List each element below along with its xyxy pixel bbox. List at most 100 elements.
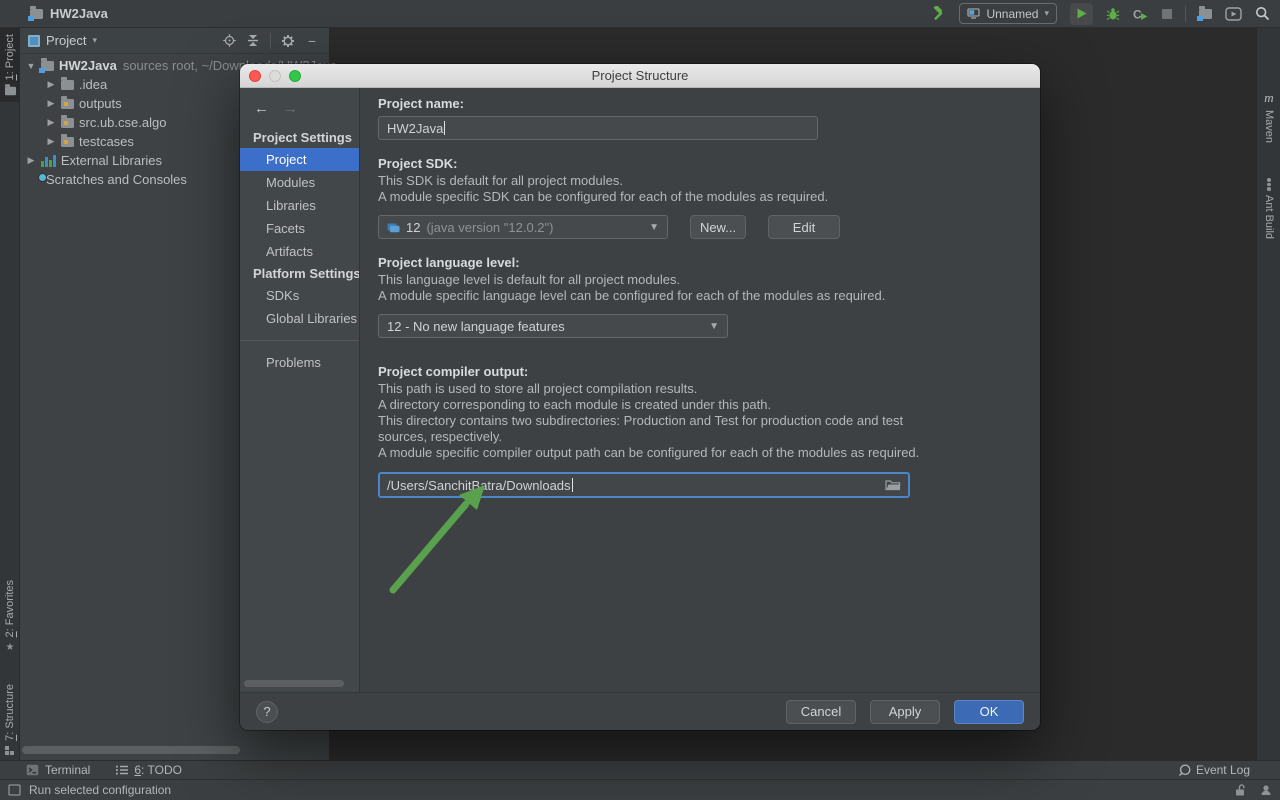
sidebar-tab-structure[interactable]: 7: Structure — [0, 684, 20, 756]
sidebar-item-modules[interactable]: Modules — [240, 171, 359, 194]
inspection-profile-icon[interactable] — [1260, 784, 1272, 796]
language-level-select[interactable]: 12 - No new language features ▼ — [378, 314, 728, 338]
debug-bug-icon[interactable] — [1106, 3, 1120, 25]
build-hammer-icon[interactable] — [930, 3, 946, 25]
text-caret — [444, 121, 445, 135]
back-icon[interactable]: ← — [254, 100, 269, 117]
help-button[interactable]: ? — [256, 701, 278, 723]
forward-icon: → — [283, 100, 298, 117]
chevron-down-icon[interactable]: ▾ — [92, 35, 97, 46]
sidebar-item-artifacts[interactable]: Artifacts — [240, 240, 359, 263]
app-title: HW2Java — [50, 6, 108, 21]
tree-collapsed-icon[interactable]: ▶ — [46, 136, 56, 147]
lock-icon[interactable] — [1235, 784, 1246, 796]
settings-gear-icon[interactable] — [279, 32, 297, 50]
chevron-down-icon: ▼ — [649, 222, 659, 233]
lang-desc-line: A module specific language level can be … — [378, 288, 1040, 304]
folder-icon — [61, 80, 74, 90]
libraries-icon — [41, 155, 56, 167]
project-view-icon — [28, 35, 40, 47]
toolwindow-terminal[interactable]: Terminal — [26, 763, 90, 777]
project-sdk-label: Project SDK: — [378, 156, 1040, 171]
browse-folder-icon[interactable] — [885, 479, 901, 491]
star-icon: ★ — [6, 642, 15, 653]
sidebar-tab-project[interactable]: 1: Project — [0, 28, 20, 102]
search-everywhere-icon[interactable] — [1255, 3, 1270, 25]
project-structure-icon[interactable] — [1199, 3, 1212, 25]
folder-icon — [4, 87, 15, 96]
project-icon — [30, 9, 43, 19]
project-panel-hscrollbar[interactable] — [22, 746, 240, 754]
sidebar-item-sdks[interactable]: SDKs — [240, 284, 359, 307]
new-sdk-button[interactable]: New... — [690, 215, 746, 239]
toolwindow-event-log[interactable]: Event Log — [1178, 763, 1250, 777]
project-name-label: Project name: — [378, 96, 1040, 111]
run-anything-icon[interactable] — [1225, 3, 1242, 25]
toolwindow-bar: Terminal 6: TODO Event Log — [0, 760, 1280, 779]
apply-button[interactable]: Apply — [870, 700, 940, 724]
output-desc-line: A directory corresponding to each module… — [378, 397, 926, 413]
maven-icon: m — [1264, 90, 1273, 106]
tree-collapsed-icon[interactable]: ▶ — [26, 155, 36, 166]
todo-list-icon — [116, 765, 128, 775]
edit-sdk-button[interactable]: Edit — [768, 215, 840, 239]
project-view-selector[interactable]: Project — [46, 33, 86, 48]
stop-icon[interactable] — [1162, 3, 1172, 25]
status-message-item: Run selected configuration — [8, 783, 171, 797]
sidebar-tab-ant-build[interactable]: Ant Build — [1257, 178, 1280, 239]
chevron-down-icon: ▼ — [709, 321, 719, 332]
run-button[interactable] — [1070, 3, 1093, 25]
left-toolwindow-strip: 1: Project 2: Favorites ★ 7: Structure — [0, 28, 20, 760]
project-panel-header: Project ▾ − — [20, 28, 329, 54]
project-sdk-select[interactable]: 12 (java version "12.0.2") ▼ — [378, 215, 668, 239]
tree-collapsed-icon[interactable]: ▶ — [46, 98, 56, 109]
output-desc-line: A module specific compiler output path c… — [378, 445, 926, 461]
dialog-content: Project name: HW2Java Project SDK: This … — [360, 88, 1040, 692]
sidebar-section-project-settings: Project Settings — [240, 127, 359, 148]
dialog-title: Project Structure — [240, 68, 1040, 83]
sidebar-section-platform-settings: Platform Settings — [240, 263, 359, 284]
toolwindow-todo[interactable]: 6: TODO — [116, 763, 182, 777]
window-outline-icon — [8, 784, 21, 796]
svg-text:C: C — [1133, 7, 1142, 21]
compiler-output-label: Project compiler output: — [378, 364, 1040, 379]
dialog-titlebar[interactable]: Project Structure — [240, 64, 1040, 88]
project-name-input[interactable]: HW2Java — [378, 116, 818, 140]
sidebar-hscrollbar[interactable] — [244, 680, 344, 687]
structure-icon — [5, 746, 15, 756]
cancel-button[interactable]: Cancel — [786, 700, 856, 724]
sidebar-item-project[interactable]: Project — [240, 148, 359, 171]
sidebar-tab-maven[interactable]: m Maven — [1257, 90, 1280, 143]
sidebar-item-facets[interactable]: Facets — [240, 217, 359, 240]
sidebar-item-global-libraries[interactable]: Global Libraries — [240, 307, 359, 330]
folder-icon — [61, 99, 74, 109]
tree-collapsed-icon[interactable]: ▶ — [46, 117, 56, 128]
sdk-desc-line: A module specific SDK can be configured … — [378, 189, 1040, 205]
panel-header-separator — [270, 33, 271, 49]
text-caret — [572, 478, 573, 492]
hide-panel-icon[interactable]: − — [303, 32, 321, 50]
ok-button[interactable]: OK — [954, 700, 1024, 724]
compiler-output-path-input[interactable]: /Users/SanchitBatra/Downloads — [378, 472, 910, 498]
run-with-coverage-icon[interactable]: C — [1133, 3, 1149, 25]
app-titlebar: HW2Java Unnamed ▾ C — [0, 0, 1280, 28]
language-level-label: Project language level: — [378, 255, 1040, 270]
sidebar-item-libraries[interactable]: Libraries — [240, 194, 359, 217]
folder-icon — [61, 137, 74, 147]
tree-collapsed-icon[interactable]: ▶ — [46, 79, 56, 90]
dialog-footer: ? Cancel Apply OK — [240, 692, 1040, 730]
dialog-sidebar: ← → Project Settings Project Modules Lib… — [240, 88, 360, 692]
folder-icon — [61, 118, 74, 128]
sidebar-item-problems[interactable]: Problems — [240, 351, 359, 374]
collapse-all-icon[interactable] — [244, 32, 262, 50]
run-config-selector[interactable]: Unnamed ▾ — [959, 3, 1057, 24]
locate-file-icon[interactable] — [220, 32, 238, 50]
sidebar-tab-favorites[interactable]: 2: Favorites ★ — [0, 580, 20, 653]
ide-window: HW2Java Unnamed ▾ C — [0, 0, 1280, 800]
output-desc-line: This path is used to store all project c… — [378, 381, 926, 397]
tree-expanded-icon[interactable]: ▼ — [26, 61, 36, 71]
right-toolwindow-strip: m Maven Ant Build — [1256, 28, 1280, 760]
monitor-icon — [967, 8, 980, 19]
toolbar-separator — [1185, 6, 1186, 22]
run-config-name: Unnamed — [986, 7, 1038, 21]
